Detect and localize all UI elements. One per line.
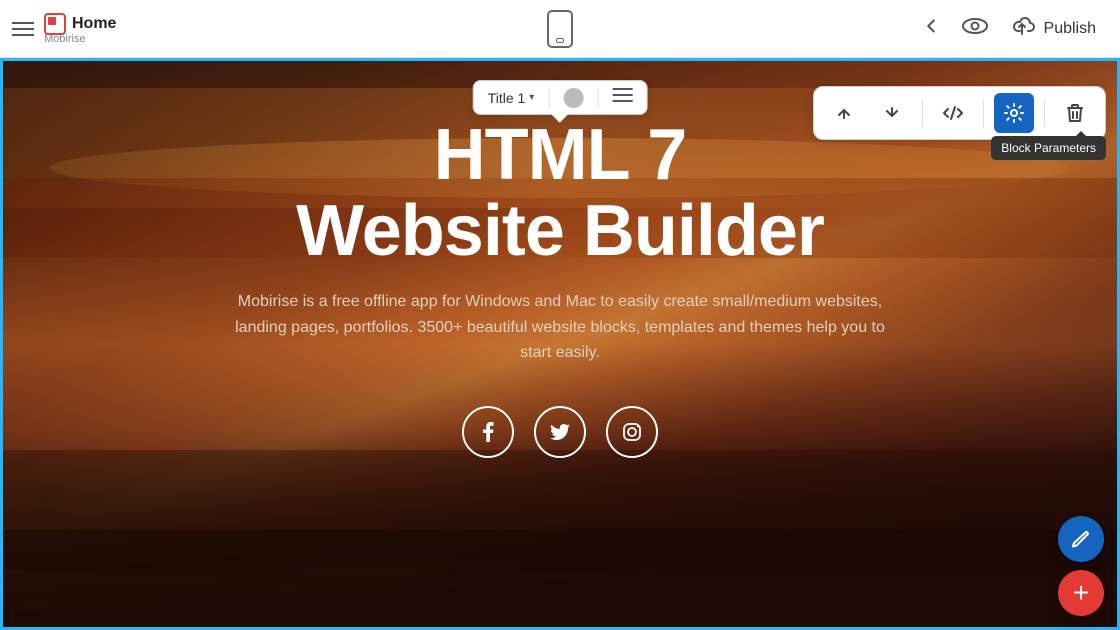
block-toolbar (813, 86, 1106, 140)
popup-divider-1 (548, 88, 549, 108)
back-button[interactable] (920, 15, 942, 43)
mobile-preview-button[interactable] (547, 10, 573, 48)
facebook-icon[interactable] (462, 406, 514, 458)
hero-title-line1: HTML 7 (434, 115, 687, 195)
publish-button[interactable]: Publish (1008, 15, 1096, 43)
block-title-label[interactable]: Title 1 ▾ (488, 90, 535, 106)
fab-edit-button[interactable] (1058, 516, 1104, 562)
toolbar-divider-3 (1044, 99, 1045, 127)
canvas: Title 1 ▾ HTML 7 Website Builder Mobiris… (0, 58, 1120, 630)
popup-divider-2 (597, 88, 598, 108)
code-editor-button[interactable] (933, 93, 973, 133)
popup-color-toggle[interactable] (563, 88, 583, 108)
block-params-tooltip: Block Parameters (991, 136, 1106, 160)
hamburger-menu-icon[interactable] (12, 22, 34, 36)
block-params-button[interactable] (994, 93, 1034, 133)
hero-title-line2: Website Builder (296, 191, 824, 271)
social-icons-group (462, 406, 658, 458)
popup-lines-icon[interactable] (612, 87, 632, 108)
topbar-right: Publish (920, 15, 1120, 43)
logo: Home Mobirise (44, 13, 116, 45)
move-up-button[interactable] (824, 93, 864, 133)
title-dropdown-caret: ▾ (529, 92, 534, 103)
move-down-button[interactable] (872, 93, 912, 133)
cloud-upload-icon (1008, 15, 1036, 43)
topbar: Home Mobirise (0, 0, 1120, 58)
delete-block-button[interactable] (1055, 93, 1095, 133)
publish-label: Publish (1044, 20, 1096, 38)
logo-title: Home (72, 15, 116, 33)
preview-button[interactable] (962, 17, 988, 41)
topbar-left: Home Mobirise (0, 13, 200, 45)
logo-icon (44, 13, 66, 35)
block-title-popup: Title 1 ▾ (473, 80, 648, 115)
hero-title: HTML 7 Website Builder (296, 118, 824, 269)
instagram-icon[interactable] (606, 406, 658, 458)
twitter-icon[interactable] (534, 406, 586, 458)
topbar-center (200, 10, 920, 48)
fab-add-button[interactable]: + (1058, 570, 1104, 616)
toolbar-divider-1 (922, 99, 923, 127)
plus-icon: + (1073, 579, 1089, 607)
hero-description: Mobirise is a free offline app for Windo… (220, 289, 900, 366)
toolbar-divider-2 (983, 99, 984, 127)
